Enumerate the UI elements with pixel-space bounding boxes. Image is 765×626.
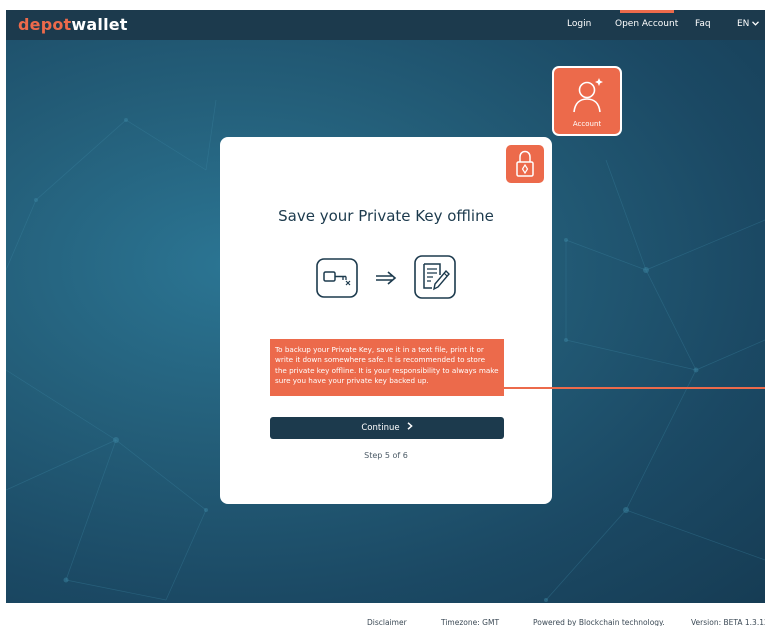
account-tile[interactable]: Account <box>552 66 622 136</box>
page: depotwallet Login Open Account Faq EN Ac… <box>0 0 765 626</box>
nav-login[interactable]: Login <box>567 19 591 29</box>
nav-faq[interactable]: Faq <box>695 19 711 29</box>
card-title: Save your Private Key offline <box>278 207 494 225</box>
language-label: EN <box>737 19 750 29</box>
logo-wallet: wallet <box>71 15 128 34</box>
logo[interactable]: depotwallet <box>18 15 128 34</box>
footer-powered-by: Powered by Blockchain technology. <box>533 618 665 626</box>
logo-depot: depot <box>18 15 72 34</box>
backup-notice: To backup your Private Key, save it in a… <box>270 339 504 396</box>
continue-button[interactable]: Continue <box>270 417 504 439</box>
footer-disclaimer[interactable]: Disclaimer <box>367 618 407 626</box>
backup-illustration <box>316 255 456 303</box>
language-selector[interactable]: EN <box>737 19 760 29</box>
continue-label: Continue <box>361 423 400 433</box>
backup-card: Save your Private Key offline To backup … <box>220 137 552 504</box>
nav-open-account[interactable]: Open Account <box>615 19 678 29</box>
nav-active-indicator <box>620 10 674 13</box>
step-indicator: Step 5 of 6 <box>364 451 408 460</box>
lock-badge <box>506 145 544 183</box>
footer: Disclaimer Timezone: GMT Powered by Bloc… <box>0 603 765 626</box>
footer-timezone: Timezone: GMT <box>441 618 500 626</box>
footer-version: Version: BETA 1.3.12 <box>691 618 765 626</box>
header: depotwallet Login Open Account Faq EN <box>6 10 765 40</box>
account-label: Account <box>572 120 602 128</box>
chevron-down-icon <box>752 19 760 29</box>
chevron-right-icon <box>407 417 413 439</box>
hero-background: Account Save your Private Key offline To… <box>6 40 765 603</box>
top-strip <box>0 0 765 10</box>
progress-connector-line <box>496 387 765 389</box>
